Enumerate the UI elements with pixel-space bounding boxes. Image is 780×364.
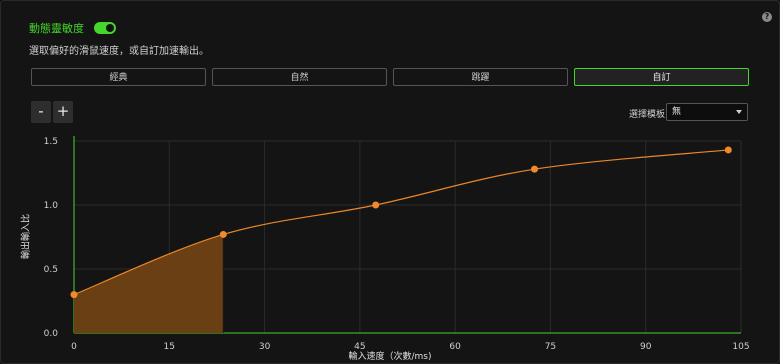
curve-control-point[interactable] [372,201,380,209]
curve-control-point[interactable] [531,165,539,173]
curve-control-point[interactable] [70,291,78,299]
curve-control-point[interactable] [724,146,732,154]
y-tick-label: 1.0 [44,201,59,211]
y-tick-label: 1.5 [44,137,58,147]
curve-control-point[interactable] [219,230,227,238]
y-tick-label: 0.5 [44,265,58,275]
shaded-area [74,234,224,333]
y-axis-label: 輸出輸入比 [21,214,32,260]
x-axis-label: 輸入速度（次數/ms) [348,352,432,362]
sensitivity-curve-chart[interactable]: 0 15 30 45 60 75 90 1050.00.51.01.5 [0,0,780,364]
y-tick-label: 0.0 [44,329,59,339]
